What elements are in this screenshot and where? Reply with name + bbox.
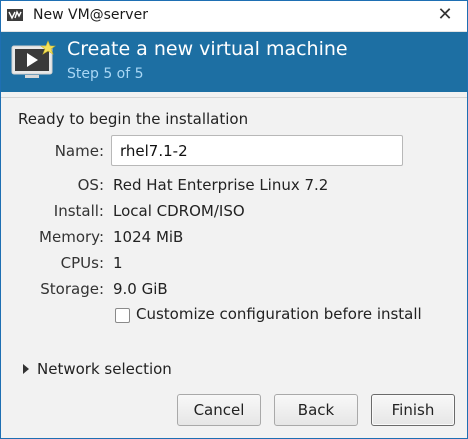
title-bar[interactable]: New VM@server ✕ <box>1 1 467 32</box>
storage-value: 9.0 GiB <box>113 280 168 298</box>
virt-manager-icon <box>7 9 23 21</box>
back-button[interactable]: Back <box>274 394 358 426</box>
memory-value: 1024 MiB <box>113 228 184 246</box>
name-label: Name: <box>54 142 104 160</box>
install-label: Install: <box>53 202 104 220</box>
vm-name-input[interactable] <box>111 135 403 166</box>
close-button[interactable]: ✕ <box>435 5 455 25</box>
os-value: Red Hat Enterprise Linux 7.2 <box>113 176 329 194</box>
new-vm-dialog: New VM@server ✕ Create a new virtual mac… <box>0 0 468 439</box>
finish-button[interactable]: Finish <box>371 394 455 426</box>
header-title: Create a new virtual machine <box>67 38 348 60</box>
step-indicator: Step 5 of 5 <box>67 66 144 82</box>
install-value: Local CDROM/ISO <box>113 202 245 220</box>
memory-label: Memory: <box>39 228 104 246</box>
cpus-value: 1 <box>113 254 123 272</box>
network-selection-label: Network selection <box>37 360 172 378</box>
os-label: OS: <box>77 176 104 194</box>
expander-arrow-icon <box>23 364 29 374</box>
cpus-label: CPUs: <box>60 254 104 272</box>
close-icon: ✕ <box>437 4 453 25</box>
customize-checkbox[interactable] <box>115 308 130 323</box>
storage-label: Storage: <box>40 280 104 298</box>
new-vm-icon <box>11 40 56 78</box>
header-banner: Create a new virtual machine Step 5 of 5 <box>1 32 467 92</box>
ready-heading: Ready to begin the installation <box>18 110 249 128</box>
header-divider <box>1 97 467 98</box>
customize-checkbox-label[interactable]: Customize configuration before install <box>136 305 422 323</box>
cancel-button[interactable]: Cancel <box>177 394 261 426</box>
window-title: New VM@server <box>33 7 148 23</box>
